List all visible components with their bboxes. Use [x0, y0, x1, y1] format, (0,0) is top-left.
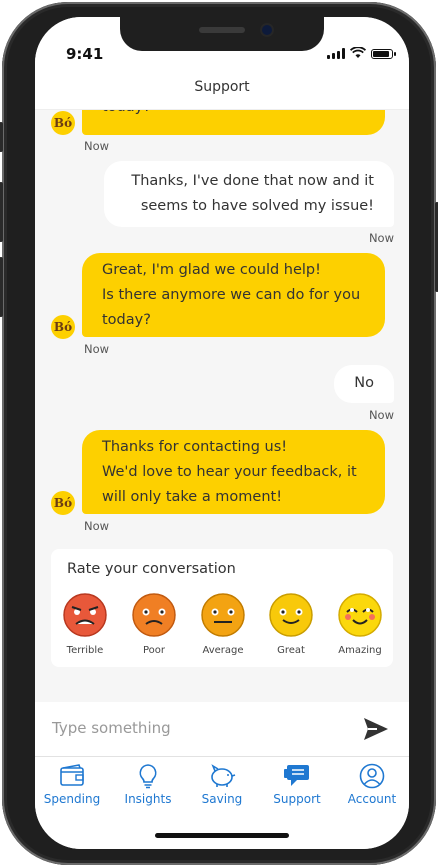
send-icon[interactable] — [363, 717, 389, 741]
great-face-icon — [269, 593, 313, 637]
message-line: No — [354, 375, 374, 391]
signal-icon — [327, 48, 345, 59]
rating-poor[interactable]: Poor — [127, 593, 181, 656]
terrible-face-icon — [63, 593, 107, 637]
volume-up-button — [0, 182, 3, 242]
tab-label: Saving — [201, 792, 243, 806]
message-timestamp: Now — [84, 519, 110, 533]
notch — [120, 17, 324, 51]
tab-bar: Spending Insights Saving Support Account — [35, 756, 409, 849]
tab-label: Spending — [43, 792, 101, 806]
battery-icon — [371, 49, 396, 59]
tab-account[interactable]: Account — [336, 763, 408, 806]
wallet-icon — [60, 764, 84, 786]
average-face-icon — [201, 593, 245, 637]
lightbulb-icon — [139, 764, 157, 789]
user-message: No — [334, 365, 394, 403]
message-line: Thanks, I've done that now and it — [131, 173, 374, 189]
tab-saving[interactable]: Saving — [186, 763, 258, 806]
tab-label: Insights — [124, 792, 172, 806]
status-time: 9:41 — [66, 45, 104, 63]
message-line: Is there anymore we can do for you — [102, 287, 361, 303]
amazing-face-icon — [338, 593, 382, 637]
tab-insights[interactable]: Insights — [112, 763, 184, 806]
rating-label: Amazing — [338, 645, 382, 656]
message-line: We'd love to hear your feedback, it — [102, 464, 357, 480]
rating-label: Terrible — [66, 645, 104, 656]
message-timestamp: Now — [368, 231, 394, 245]
speaker — [199, 27, 245, 33]
tab-label: Account — [347, 792, 397, 806]
rating-card: Rate your conversation Terrible Poor Ave… — [51, 549, 393, 667]
tab-support[interactable]: Support — [261, 763, 333, 806]
message-timestamp: Now — [84, 342, 110, 356]
user-icon — [359, 763, 385, 789]
volume-down-button — [0, 257, 3, 317]
user-message: Thanks, I've done that now and it seems … — [104, 161, 394, 227]
message-line: Great, I'm glad we could help! — [102, 262, 321, 278]
rating-label: Average — [202, 645, 244, 656]
chat-icon — [284, 765, 309, 786]
rating-amazing[interactable]: Amazing — [333, 593, 387, 656]
page-title: Support — [194, 79, 250, 95]
agent-avatar: Bó — [51, 491, 75, 515]
agent-avatar: Bó — [51, 111, 75, 135]
piggy-bank-icon — [211, 764, 236, 787]
message-line: seems to have solved my issue! — [140, 198, 374, 214]
mute-switch — [0, 122, 3, 152]
home-indicator[interactable] — [155, 833, 289, 838]
message-composer: Type something — [35, 702, 409, 756]
message-line: Thanks for contacting us! — [102, 439, 288, 455]
message-line: today? — [102, 312, 151, 328]
agent-avatar: Bó — [51, 315, 75, 339]
rating-average[interactable]: Average — [196, 593, 250, 656]
agent-message: Great, I'm glad we could help! Is there … — [82, 253, 385, 337]
tab-spending[interactable]: Spending — [36, 763, 108, 806]
screen: 9:41 Support today? Bó Now — [35, 17, 409, 849]
rating-great[interactable]: Great — [264, 593, 318, 656]
message-timestamp: Now — [368, 408, 394, 422]
wifi-icon — [350, 47, 366, 58]
rating-label: Poor — [142, 645, 166, 656]
poor-face-icon — [132, 593, 176, 637]
rating-title: Rate your conversation — [67, 561, 236, 577]
rating-terrible[interactable]: Terrible — [58, 593, 112, 656]
status-icons — [327, 47, 396, 59]
agent-message: Thanks for contacting us! We'd love to h… — [82, 430, 385, 514]
app-header: Support — [35, 67, 409, 110]
tab-label: Support — [273, 792, 321, 806]
phone-frame: 9:41 Support today? Bó Now — [0, 2, 438, 865]
rating-label: Great — [277, 645, 305, 656]
message-input[interactable]: Type something — [52, 719, 171, 737]
message-line: will only take a moment! — [102, 489, 283, 505]
camera — [262, 25, 272, 35]
message-timestamp: Now — [84, 139, 110, 153]
